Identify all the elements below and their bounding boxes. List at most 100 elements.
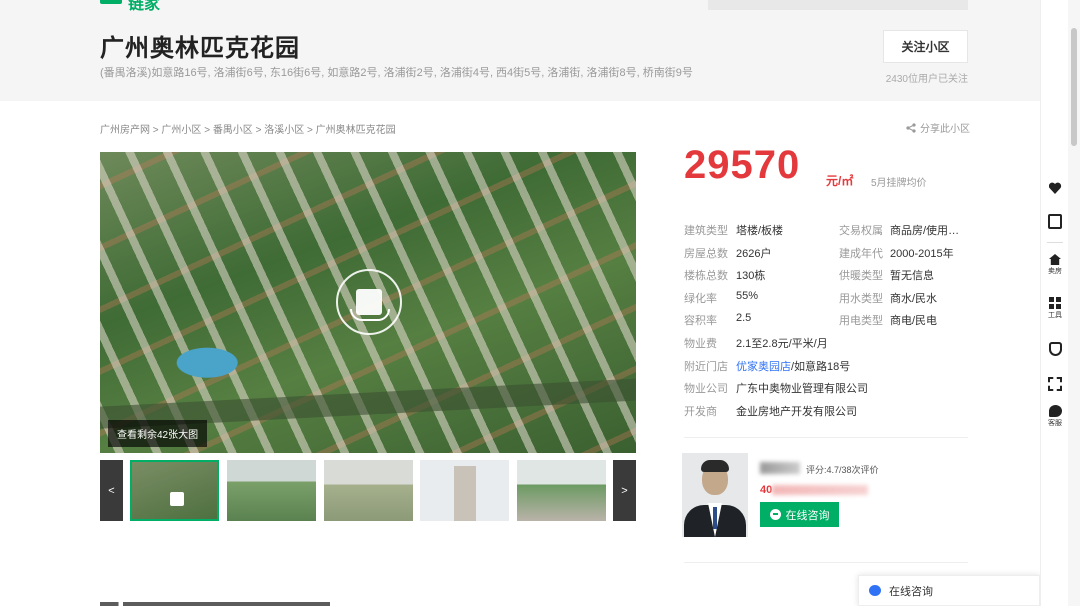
- info-key: 开发商: [684, 405, 717, 418]
- community-info: 建筑类型 塔楼/板楼 交易权属 商品房/使用权… 房屋总数 2626户 建成年代…: [684, 222, 974, 425]
- breadcrumb-separator: >: [255, 125, 262, 136]
- breadcrumb-item[interactable]: 广州房产网: [100, 125, 150, 136]
- info-row-developer: 开发商 金业房地产开发有限公司: [684, 403, 974, 426]
- breadcrumb-current: 广州奥林匹克花园: [315, 125, 396, 136]
- floating-consult-button[interactable]: 在线咨询: [858, 575, 1040, 606]
- info-key: 建成年代: [839, 247, 883, 260]
- info-key: 交易权属: [839, 225, 883, 237]
- nearby-store-link[interactable]: 优家奥园店: [736, 361, 791, 373]
- vr-cube-icon: [170, 492, 184, 506]
- breadcrumb-item[interactable]: 广州小区: [161, 125, 201, 136]
- consult-label: 在线咨询: [785, 509, 830, 522]
- info-row: 建筑类型 塔楼/板楼 交易权属 商品房/使用权…: [684, 222, 974, 245]
- chat-icon: [1048, 405, 1062, 417]
- breadcrumb-item[interactable]: 番禺小区: [213, 125, 253, 136]
- scan-icon: [1048, 377, 1062, 391]
- price-unit: 元/㎡: [826, 174, 854, 188]
- info-value: 广东中奥物业管理有限公司: [736, 383, 868, 396]
- calculator-button[interactable]: [1041, 214, 1069, 229]
- info-value: 2.1至2.8元/平米/月: [736, 337, 828, 350]
- info-row-store: 附近门店 优家奥园店/如意路18号: [684, 358, 974, 381]
- agent-phone-blurred: [772, 485, 868, 495]
- heart-icon: [1049, 182, 1062, 194]
- info-value: 2626户: [736, 247, 772, 260]
- average-price: 29570: [684, 143, 801, 187]
- section-heading-cropped: [100, 602, 330, 606]
- info-value: 商水/民水: [890, 292, 938, 305]
- info-key: 用水类型: [839, 292, 883, 305]
- floating-consult-label: 在线咨询: [889, 585, 933, 598]
- info-key: 物业费: [684, 337, 717, 350]
- info-value: 130栋: [736, 270, 766, 283]
- agent-phone: 40: [760, 484, 773, 496]
- store-address: /如意路18号: [791, 360, 851, 373]
- chat-icon: [769, 509, 781, 520]
- breadcrumb-separator: >: [152, 125, 159, 136]
- breadcrumb: 广州房产网 > 广州小区 > 番禺小区 > 洛溪小区 > 广州奥林匹克花园: [100, 121, 396, 136]
- tools-label: 工具: [1048, 312, 1062, 319]
- grid-icon: [1049, 297, 1061, 309]
- info-value: 2.5: [736, 312, 752, 325]
- share-label: 分享此小区: [920, 124, 970, 135]
- view-more-photos-button[interactable]: 查看剩余42张大图: [108, 420, 208, 447]
- agent-tie: [713, 507, 717, 529]
- thumbnail[interactable]: [420, 460, 509, 521]
- scan-button[interactable]: [1041, 377, 1069, 391]
- breadcrumb-item[interactable]: 洛溪小区: [264, 125, 304, 136]
- top-search-bar[interactable]: [708, 0, 968, 10]
- thumbnail[interactable]: [517, 460, 606, 521]
- divider: [684, 562, 968, 563]
- thumbnail-strip: < >: [100, 460, 636, 521]
- thumbnail[interactable]: [130, 460, 219, 521]
- thumbnail[interactable]: [324, 460, 413, 521]
- info-key: 绿化率: [684, 292, 717, 305]
- customer-service-button[interactable]: 客服: [1041, 405, 1069, 428]
- info-value: 商品房/使用权…: [890, 225, 970, 237]
- info-row-company: 物业公司 广东中奥物业管理有限公司: [684, 380, 974, 403]
- share-icon: [906, 122, 916, 133]
- site-logo[interactable]: 链家: [100, 0, 160, 13]
- thumbnail-next-button[interactable]: >: [613, 460, 636, 521]
- favorites-button[interactable]: [1041, 182, 1069, 194]
- price-note: 5月挂牌均价: [871, 178, 927, 189]
- online-consult-button[interactable]: 在线咨询: [760, 502, 839, 527]
- page-title: 广州奥林匹克花园: [100, 35, 300, 62]
- community-address: (番禺洛溪)如意路16号, 洛浦街6号, 东16街6号, 如意路2号, 洛浦街2…: [100, 67, 693, 79]
- info-row: 楼栋总数 130栋 供暖类型 暂无信息: [684, 267, 974, 290]
- thumbnail-prev-button[interactable]: <: [100, 460, 123, 521]
- info-key: 供暖类型: [839, 270, 883, 283]
- info-value: 优家奥园店/如意路18号: [736, 358, 966, 374]
- chat-bubble-icon: [869, 585, 881, 596]
- service-label: 客服: [1048, 420, 1062, 427]
- info-value: 2000-2015年: [890, 247, 954, 260]
- breadcrumb-separator: >: [307, 125, 313, 136]
- info-value: 商电/民电: [890, 315, 938, 328]
- main-aerial-photo[interactable]: 查看剩余42张大图: [100, 152, 636, 453]
- toolbar-divider: [1047, 242, 1063, 243]
- sell-label: 卖房: [1048, 268, 1062, 275]
- info-key: 建筑类型: [684, 225, 728, 237]
- info-key: 附近门店: [684, 360, 728, 373]
- info-key: 房屋总数: [684, 247, 728, 260]
- agent-avatar[interactable]: [682, 453, 748, 537]
- tools-button[interactable]: 工具: [1041, 297, 1069, 320]
- info-key: 用电类型: [839, 315, 883, 328]
- thumbnail[interactable]: [227, 460, 316, 521]
- security-button[interactable]: [1041, 342, 1069, 356]
- calculator-icon: [1048, 214, 1062, 229]
- share-button[interactable]: 分享此小区: [906, 120, 970, 135]
- logo-text: 链家: [128, 0, 161, 13]
- sell-house-button[interactable]: 卖房: [1041, 254, 1069, 276]
- follow-community-button[interactable]: 关注小区: [883, 30, 968, 63]
- agent-hair: [701, 460, 729, 472]
- info-value: 暂无信息: [890, 270, 934, 283]
- thumbnail-building: [454, 466, 476, 521]
- divider: [684, 437, 968, 438]
- vr-ring-icon: [350, 309, 390, 321]
- info-row-fee: 物业费 2.1至2.8元/平米/月: [684, 335, 974, 358]
- vr-view-icon[interactable]: [336, 269, 402, 335]
- info-value: 55%: [736, 289, 759, 302]
- info-key: 楼栋总数: [684, 270, 728, 283]
- shield-icon: [1048, 342, 1062, 356]
- scrollbar-thumb[interactable]: [1071, 28, 1077, 146]
